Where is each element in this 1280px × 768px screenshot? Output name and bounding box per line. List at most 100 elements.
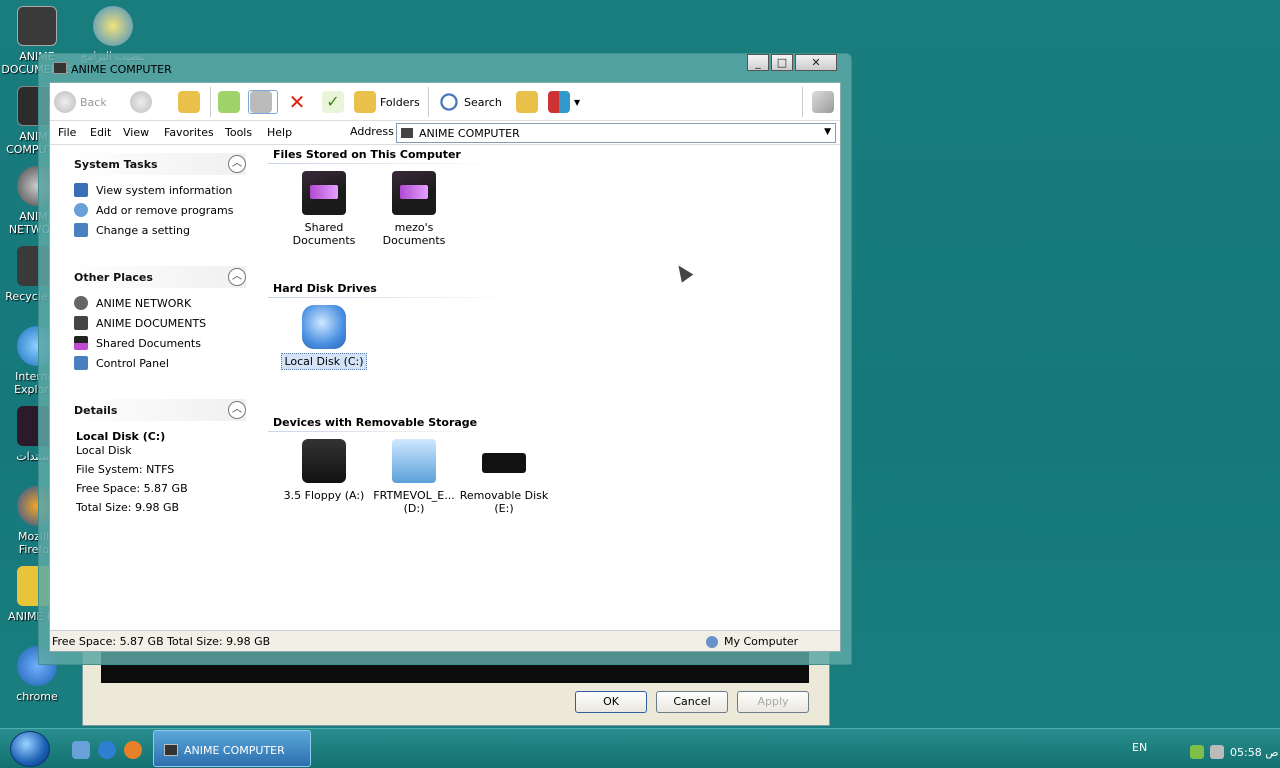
other-places-header[interactable]: Other Places ︿ bbox=[64, 266, 246, 288]
maximize-button[interactable]: □ bbox=[771, 54, 793, 71]
chevron-down-icon: ▼ bbox=[574, 97, 581, 107]
tray-printer-icon[interactable] bbox=[1210, 745, 1224, 759]
floppy-drive-icon bbox=[302, 439, 346, 483]
menu-favorites[interactable]: Favorites bbox=[164, 126, 214, 139]
details-file-system: File System: NTFS bbox=[76, 463, 175, 476]
toolbar-separator bbox=[428, 87, 429, 117]
menu-edit[interactable]: Edit bbox=[90, 126, 111, 139]
copy-to-button[interactable] bbox=[248, 90, 278, 114]
chevron-down-icon[interactable]: ▼ bbox=[824, 127, 831, 137]
collapse-icon[interactable]: ︿ bbox=[228, 401, 246, 419]
item-floppy-a[interactable]: 3.5 Floppy (A:) bbox=[278, 439, 370, 502]
link-add-remove-programs[interactable]: Add or remove programs bbox=[74, 203, 234, 217]
folders-button[interactable]: Folders bbox=[354, 90, 420, 114]
link-control-panel[interactable]: Control Panel bbox=[74, 356, 169, 370]
details-name: Local Disk (C:) bbox=[76, 430, 166, 443]
add-remove-icon bbox=[74, 203, 88, 217]
status-location: My Computer bbox=[706, 635, 798, 648]
toolbar-separator bbox=[210, 87, 211, 117]
dark-folder-icon bbox=[392, 171, 436, 215]
back-button[interactable]: Back bbox=[54, 90, 107, 114]
window-title: ANIME COMPUTER bbox=[71, 63, 172, 76]
control-panel-icon bbox=[74, 356, 88, 370]
hard-disk-icon bbox=[302, 305, 346, 349]
menu-view[interactable]: View bbox=[123, 126, 149, 139]
views-button[interactable]: ▼ bbox=[548, 90, 580, 114]
close-button[interactable]: ✕ bbox=[795, 54, 837, 71]
item-cd-drive-d[interactable]: FRTMEVOL_E... (D:) bbox=[368, 439, 460, 515]
details-total-size: Total Size: 9.98 GB bbox=[76, 501, 180, 514]
language-indicator[interactable]: EN bbox=[1132, 741, 1147, 754]
link-anime-documents[interactable]: ANIME DOCUMENTS bbox=[74, 316, 206, 330]
address-bar[interactable]: ANIME COMPUTER ▼ bbox=[396, 123, 836, 143]
title-bar[interactable]: ANIME COMPUTER _ □ ✕ bbox=[39, 54, 851, 82]
back-arrow-icon bbox=[54, 91, 76, 113]
windows-logo-icon bbox=[812, 91, 834, 113]
item-removable-disk-e[interactable]: Removable Disk (E:) bbox=[458, 439, 550, 515]
status-bar: Free Space: 5.87 GB Total Size: 9.98 GB … bbox=[50, 630, 840, 651]
item-shared-documents[interactable]: Shared Documents bbox=[278, 171, 370, 247]
group-divider bbox=[268, 163, 504, 164]
group-divider bbox=[268, 297, 524, 298]
up-button[interactable] bbox=[178, 90, 204, 114]
item-mezos-documents[interactable]: mezo's Documents bbox=[368, 171, 460, 247]
control-panel-icon bbox=[74, 223, 88, 237]
details-header[interactable]: Details ︿ bbox=[64, 399, 246, 421]
move-to-icon bbox=[218, 91, 240, 113]
computer-icon bbox=[401, 128, 413, 138]
ok-button[interactable]: OK bbox=[575, 691, 647, 713]
apply-button[interactable]: Apply bbox=[737, 691, 809, 713]
link-view-system-information[interactable]: View system information bbox=[74, 183, 232, 197]
documents-icon bbox=[74, 316, 88, 330]
up-folder-icon bbox=[178, 91, 200, 113]
delete-button[interactable]: ✕ bbox=[286, 90, 312, 114]
collapse-icon[interactable]: ︿ bbox=[228, 155, 246, 173]
menu-bar: File Edit View Favorites Tools Help Addr… bbox=[50, 121, 840, 145]
system-tasks-header[interactable]: System Tasks ︿ bbox=[64, 153, 246, 175]
minimize-button[interactable]: _ bbox=[747, 54, 769, 71]
tray-network-icon[interactable] bbox=[1190, 745, 1204, 759]
start-button[interactable] bbox=[10, 731, 50, 767]
menu-help[interactable]: Help bbox=[267, 126, 292, 139]
folder-check-icon bbox=[516, 91, 538, 113]
computer-icon bbox=[164, 744, 178, 756]
checkmark-icon: ✓ bbox=[322, 91, 344, 113]
properties-button[interactable]: ✓ bbox=[322, 90, 348, 114]
group-title: Hard Disk Drives bbox=[273, 282, 377, 295]
menu-file[interactable]: File bbox=[58, 126, 76, 139]
cancel-button[interactable]: Cancel bbox=[656, 691, 728, 713]
details-type: Local Disk bbox=[76, 444, 132, 457]
toolbar-separator bbox=[802, 87, 803, 117]
task-pane: System Tasks ︿ View system information A… bbox=[50, 145, 260, 630]
move-to-button[interactable] bbox=[218, 90, 244, 114]
group-title: Files Stored on This Computer bbox=[273, 148, 461, 161]
link-change-setting[interactable]: Change a setting bbox=[74, 223, 190, 237]
computer-icon bbox=[706, 635, 718, 648]
forward-button[interactable] bbox=[130, 90, 156, 114]
quicklaunch-desktop-icon[interactable] bbox=[72, 741, 90, 759]
group-title: Devices with Removable Storage bbox=[273, 416, 478, 429]
forward-arrow-icon bbox=[130, 91, 152, 113]
documents-icon bbox=[17, 6, 57, 46]
taskbar-button-anime-computer[interactable]: ANIME COMPUTER bbox=[153, 730, 311, 767]
folders-icon bbox=[354, 91, 376, 113]
search-button[interactable]: Search bbox=[438, 90, 502, 114]
item-local-disk-c[interactable]: Local Disk (C:) bbox=[278, 305, 370, 370]
toolbar: Back ✕ ✓ Folders Search ▼ bbox=[50, 83, 840, 121]
collapse-icon[interactable]: ︿ bbox=[228, 268, 246, 286]
usb-drive-icon bbox=[482, 453, 526, 473]
network-icon bbox=[74, 296, 88, 310]
copy-to-icon bbox=[250, 91, 272, 113]
menu-tools[interactable]: Tools bbox=[225, 126, 252, 139]
computer-icon bbox=[53, 62, 67, 74]
quicklaunch-ie-icon[interactable] bbox=[98, 741, 116, 759]
address-label: Address bbox=[350, 125, 394, 138]
clock[interactable]: 05:58 ص bbox=[1230, 746, 1279, 759]
link-anime-network[interactable]: ANIME NETWORK bbox=[74, 296, 191, 310]
details-free-space: Free Space: 5.87 GB bbox=[76, 482, 188, 495]
link-shared-documents[interactable]: Shared Documents bbox=[74, 336, 201, 350]
quicklaunch-firefox-icon[interactable] bbox=[124, 741, 142, 759]
windows-logo bbox=[812, 90, 838, 114]
window-frame: Back ✕ ✓ Folders Search ▼ File Edit View… bbox=[49, 82, 841, 652]
folder-sync-button[interactable] bbox=[516, 90, 542, 114]
